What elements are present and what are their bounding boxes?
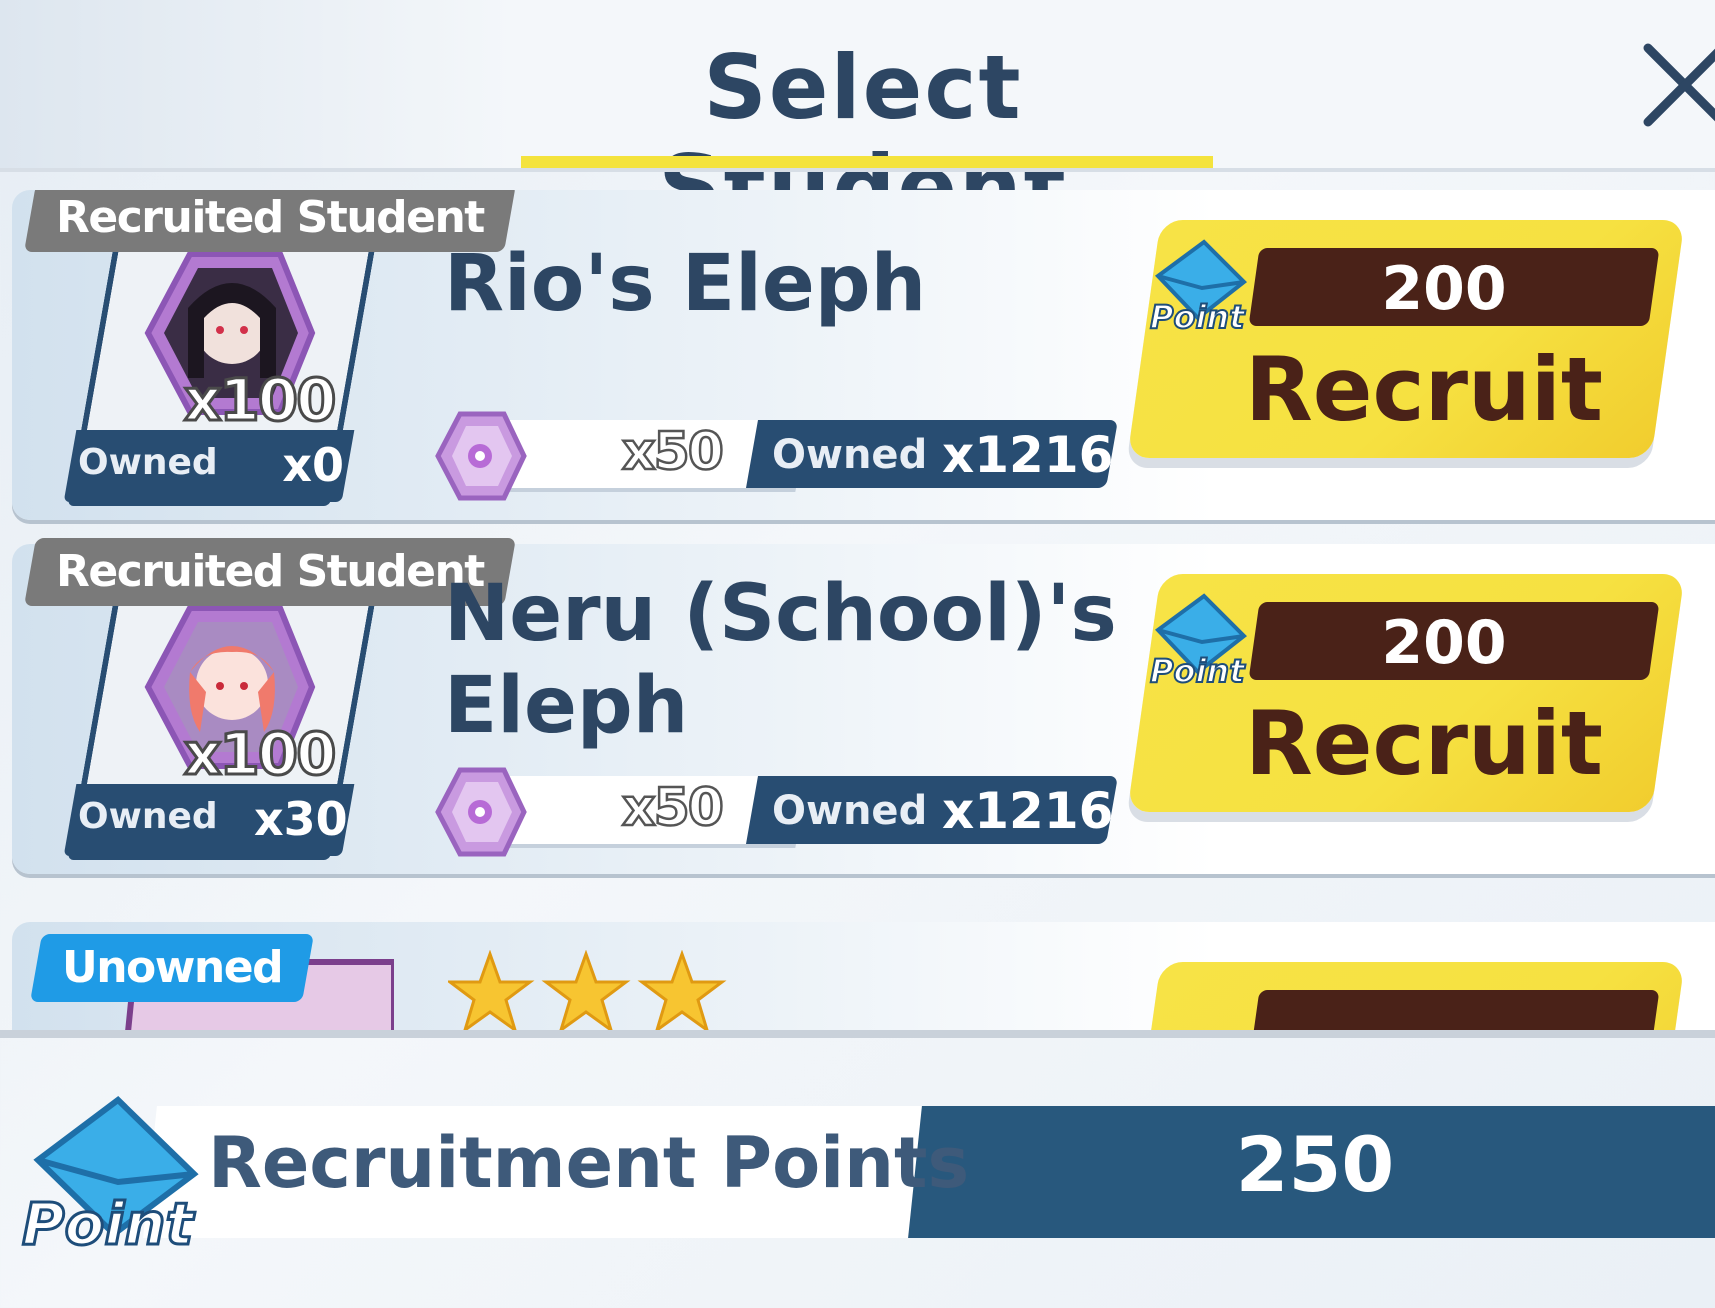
- star-rating: [448, 950, 727, 1032]
- close-button[interactable]: [1640, 40, 1715, 130]
- svg-text:Point: Point: [22, 1190, 196, 1258]
- avatar-count: x100: [182, 365, 338, 436]
- student-list[interactable]: x100 Owned x0 Recruited Student Rio's El…: [10, 190, 1715, 1032]
- list-divider: [0, 1030, 1715, 1038]
- header: Select Student: [0, 0, 1715, 238]
- star-icon: [541, 950, 631, 1032]
- student-name-line2: Eleph: [444, 661, 689, 751]
- recruit-button[interactable]: Point 200 Recruit: [1127, 574, 1685, 824]
- recruit-label: Recruit: [1245, 692, 1603, 795]
- material-quantity: x50: [621, 421, 725, 484]
- recruit-button[interactable]: Point 200 Recruit: [1127, 220, 1685, 470]
- eleph-gem-icon: [435, 767, 527, 857]
- student-name: Rio's Eleph: [444, 239, 927, 329]
- star-icon: [448, 950, 535, 1032]
- owned-value: x0: [282, 438, 344, 492]
- material-quantity: x50: [621, 777, 725, 840]
- close-icon: [1643, 43, 1715, 127]
- status-badge: Recruited Student: [24, 538, 516, 606]
- star-icon: [637, 950, 727, 1032]
- points-value: 250: [1235, 1120, 1395, 1209]
- material-owned-label: Owned: [772, 432, 928, 478]
- recruitment-points-bar: Point Recruitment Points 250: [0, 1090, 1715, 1260]
- recruit-cost: 200: [1381, 254, 1507, 324]
- header-divider: [0, 168, 1715, 172]
- material-owned-value: x1216: [942, 426, 1114, 484]
- point-envelope-icon: Point: [21, 1096, 199, 1260]
- list-item[interactable]: Unowned: [12, 922, 1715, 1032]
- svg-text:Point: Point: [1150, 652, 1246, 690]
- eleph-gem-icon: [435, 411, 527, 501]
- recruit-cost: 200: [1381, 608, 1507, 678]
- recruit-button[interactable]: [1127, 962, 1685, 1032]
- title-underline: [521, 156, 1213, 168]
- point-envelope-icon: Point: [1149, 239, 1247, 336]
- owned-label: Owned: [78, 796, 218, 837]
- material-cost: x50 Owned x1216: [432, 766, 1118, 857]
- list-item[interactable]: x100 Owned x30 Recruited Student Neru (S…: [12, 538, 1715, 874]
- recruit-label: Recruit: [1245, 338, 1603, 441]
- student-portrait: x100 Owned x30: [63, 584, 384, 860]
- avatar-count: x100: [182, 719, 338, 790]
- status-badge: Recruited Student: [24, 190, 516, 252]
- list-item[interactable]: x100 Owned x0 Recruited Student Rio's El…: [12, 190, 1715, 520]
- student-name: Neru (School)'s: [444, 569, 1117, 659]
- points-label: Recruitment Points: [208, 1122, 970, 1204]
- svg-text:Point: Point: [1150, 298, 1246, 336]
- owned-value: x30: [254, 792, 348, 846]
- material-owned-value: x1216: [942, 782, 1114, 840]
- material-cost: x50 Owned x1216: [432, 410, 1118, 501]
- material-owned-label: Owned: [772, 788, 928, 834]
- point-envelope-icon: Point: [1149, 593, 1247, 690]
- status-badge: Unowned: [30, 934, 315, 1002]
- owned-label: Owned: [78, 442, 218, 483]
- student-portrait: x100 Owned x0: [63, 230, 384, 506]
